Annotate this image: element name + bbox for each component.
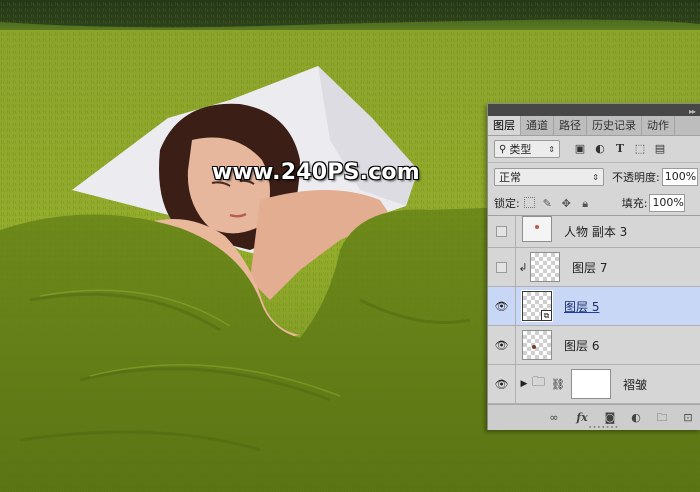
filter-row: ⚲ 类型 ⇕ ▣ ◐ T ⬚ ▤ (488, 136, 700, 162)
watermark-text: www.240PS.com (212, 160, 420, 185)
filter-kind-select[interactable]: ⚲ 类型 ⇕ (494, 140, 560, 158)
layer-name[interactable]: 图层 5 (564, 298, 599, 315)
smart-object-badge-icon: ⧉ (541, 310, 552, 321)
panel-tabs: 图层 通道 路径 历史记录 动作 (488, 116, 700, 136)
panel-title-bar[interactable]: ▸▸ (488, 104, 700, 116)
opacity-input[interactable]: 100% (661, 168, 698, 186)
image-filter-icon[interactable]: ▣ (574, 143, 586, 155)
chevron-updown-icon: ⇕ (548, 144, 555, 154)
folder-icon: 🗀 (532, 375, 546, 390)
eye-icon: 👁︎ (494, 377, 509, 391)
lock-row: 锁定: ✎ ✥ 🔒︎ 填充: 100% (488, 191, 700, 215)
layer-row-group[interactable]: 👁︎ ▶ 🗀 ⛓ 褶皱 (488, 364, 700, 404)
link-layers-icon[interactable]: ∞ (547, 411, 561, 425)
expand-triangle-icon[interactable]: ▶ (518, 379, 530, 389)
adjustment-layer-icon[interactable]: ◐ (629, 411, 643, 425)
layer-name[interactable]: 褶皱 (623, 376, 647, 393)
visibility-toggle[interactable] (488, 215, 516, 248)
layer-name[interactable]: 图层 7 (572, 259, 607, 276)
lock-image-pixels-icon[interactable]: ✎ (541, 197, 554, 210)
layer-thumbnail: ⧉ (521, 290, 553, 322)
tab-layers[interactable]: 图层 (488, 116, 521, 135)
visibility-toggle[interactable] (488, 247, 516, 287)
blend-mode-select[interactable]: 正常 ⇕ (494, 168, 604, 186)
visibility-toggle[interactable]: 👁︎ (488, 286, 516, 326)
layer-row[interactable]: 人物 副本 3 (488, 215, 700, 248)
eye-icon: 👁︎ (494, 299, 509, 313)
filter-kind-label: 类型 (509, 143, 532, 156)
visibility-off-box (496, 226, 507, 237)
new-layer-icon[interactable]: ⊡ (681, 411, 695, 425)
visibility-toggle[interactable]: 👁︎ (488, 364, 516, 404)
chevron-updown-icon: ⇕ (592, 172, 599, 182)
layer-name[interactable]: 图层 6 (564, 337, 599, 354)
layer-thumbnail (522, 330, 552, 360)
link-chain-icon[interactable]: ⛓ (551, 378, 565, 391)
tab-history[interactable]: 历史记录 (587, 116, 642, 135)
blend-mode-value: 正常 (499, 171, 521, 184)
resize-grip-icon[interactable]: ∙∙∙∙∙∙∙ (588, 423, 619, 430)
lock-label: 锁定: (494, 197, 520, 210)
layer-row-selected[interactable]: 👁︎ ⧉ 图层 5 (488, 286, 700, 326)
visibility-off-box (496, 261, 507, 273)
layers-panel: ▸▸ 图层 通道 路径 历史记录 动作 ⚲ 类型 ⇕ ▣ ◐ T ⬚ ▤ 正常 … (487, 103, 700, 430)
fill-label: 填充: (621, 197, 648, 210)
lock-all-icon[interactable]: 🔒︎ (579, 197, 592, 210)
adjustment-filter-icon[interactable]: ◐ (594, 143, 606, 155)
layer-thumbnail (522, 215, 552, 242)
blend-row: 正常 ⇕ 不透明度: 100% (488, 163, 700, 191)
panel-bottom-toolbar: ∞ fx ◙ ◐ 🗀 ⊡ ∙∙∙∙∙∙∙ (488, 404, 700, 430)
shape-filter-icon[interactable]: ⬚ (634, 143, 646, 155)
layer-row[interactable]: 👁︎ 图层 6 (488, 325, 700, 365)
layer-row[interactable]: ↲ 图层 7 (488, 247, 700, 287)
layer-mask-thumbnail (570, 369, 611, 399)
search-icon: ⚲ (499, 143, 507, 155)
eye-icon: 👁︎ (494, 338, 509, 352)
tab-channels[interactable]: 通道 (521, 116, 554, 135)
visibility-toggle[interactable]: 👁︎ (488, 325, 516, 365)
layer-thumbnail (530, 252, 560, 282)
lock-transparent-pixels-icon[interactable] (523, 196, 535, 208)
panel-collapse-icon[interactable]: ▸▸ (689, 107, 696, 116)
type-filter-icon[interactable]: T (614, 143, 626, 155)
layer-list: 人物 副本 3 ↲ 图层 7 👁︎ ⧉ 图层 5 👁︎ 图层 6 👁︎ ▶ 🗀 … (488, 215, 700, 404)
new-group-folder-icon[interactable]: 🗀 (655, 411, 669, 425)
opacity-label: 不透明度: (612, 171, 660, 184)
layer-name[interactable]: 人物 副本 3 (564, 223, 627, 240)
tab-actions[interactable]: 动作 (642, 116, 675, 135)
tab-paths[interactable]: 路径 (554, 116, 587, 135)
smart-object-filter-icon[interactable]: ▤ (654, 143, 666, 155)
lock-position-icon[interactable]: ✥ (560, 197, 573, 210)
clipping-mask-arrow-icon: ↲ (518, 260, 528, 274)
fill-input[interactable]: 100% (649, 194, 686, 212)
